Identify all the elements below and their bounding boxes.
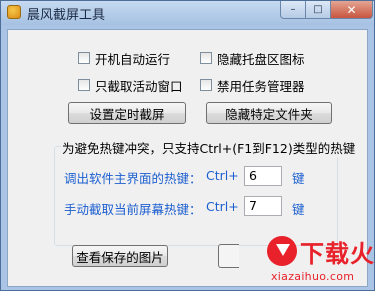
disable-taskmgr-checkbox[interactable]: 禁用任务管理器 [200, 77, 305, 94]
hotkey-group-caption: 为避免热键冲突，只支持Ctrl+(F1到F12)类型的热键 [61, 138, 357, 157]
view-saved-images-button[interactable]: 查看保存的图片 [72, 245, 168, 267]
app-window: 晨风截屏工具 – □ ✕ 开机自动运行 隐藏托盘区图标 只截取活动窗口 禁用任务… [0, 0, 375, 291]
active-window-label: 只截取活动窗口 [95, 78, 183, 94]
checkbox-box[interactable] [78, 79, 90, 91]
capture-hotkey-label: 手动截取当前屏幕热键： [64, 202, 202, 217]
schedule-capture-button[interactable]: 设置定时截屏 [68, 102, 186, 124]
main-ui-hotkey-input[interactable]: 6 [244, 166, 282, 186]
window-controls: – □ ✕ [280, 1, 373, 19]
watermark-url: xiazaihuo.com [271, 270, 355, 283]
hide-tray-checkbox[interactable]: 隐藏托盘区图标 [200, 50, 305, 67]
main-ui-hotkey-label: 调出软件主界面的热键： [64, 171, 202, 186]
active-window-checkbox[interactable]: 只截取活动窗口 [78, 77, 183, 94]
checkbox-box[interactable] [200, 52, 212, 64]
checkbox-box[interactable] [78, 52, 90, 64]
main-ui-hotkey-suffix: 键 [292, 171, 305, 186]
minimize-button[interactable]: – [280, 1, 306, 19]
capture-hotkey-suffix: 键 [292, 202, 305, 217]
close-button[interactable]: ✕ [331, 1, 373, 19]
autostart-checkbox[interactable]: 开机自动运行 [78, 50, 171, 67]
hide-tray-label: 隐藏托盘区图标 [217, 51, 305, 67]
window-title: 晨风截屏工具 [27, 8, 106, 23]
app-icon [7, 5, 21, 19]
maximize-button[interactable]: □ [306, 1, 331, 19]
watermark-logo: 下载火 xiazaihuo.com [267, 234, 375, 292]
download-icon [267, 236, 297, 266]
watermark-name: 下载火 [300, 240, 375, 268]
autostart-label: 开机自动运行 [95, 51, 171, 67]
checkbox-box[interactable] [200, 79, 212, 91]
partial-button[interactable] [218, 244, 239, 268]
capture-hotkey-input[interactable]: 7 [244, 196, 282, 216]
disable-taskmgr-label: 禁用任务管理器 [217, 78, 305, 94]
hide-folder-button[interactable]: 隐藏特定文件夹 [206, 102, 332, 124]
title-bar[interactable]: 晨风截屏工具 – □ ✕ [1, 1, 374, 25]
hotkey-groupbox [54, 146, 338, 246]
